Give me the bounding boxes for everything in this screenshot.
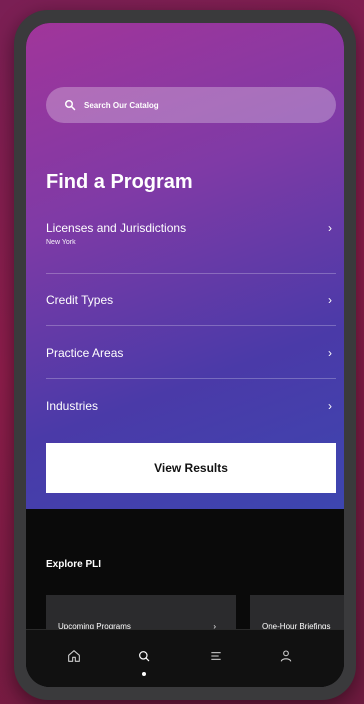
chevron-right-icon: › xyxy=(328,293,332,307)
tab-profile[interactable] xyxy=(274,644,298,668)
filter-label: Practice Areas xyxy=(46,346,124,360)
explore-title: Explore PLI xyxy=(46,559,102,570)
filter-label: Credit Types xyxy=(46,293,114,307)
search-placeholder: Search Our Catalog xyxy=(84,100,159,110)
profile-icon xyxy=(280,650,292,662)
screen: Search Our Catalog Find a Program Licens… xyxy=(26,23,344,687)
chevron-right-icon: › xyxy=(328,346,332,360)
search-icon xyxy=(65,100,76,111)
phone-frame: Search Our Catalog Find a Program Licens… xyxy=(14,10,356,700)
active-tab-indicator xyxy=(142,672,146,676)
filter-label: Industries xyxy=(46,399,99,413)
filter-credit-types[interactable]: Credit Types › xyxy=(46,293,336,307)
menu-icon xyxy=(211,652,221,660)
divider xyxy=(46,273,336,274)
tab-search[interactable] xyxy=(132,644,156,668)
search-icon xyxy=(139,651,150,662)
chevron-right-icon: › xyxy=(328,221,332,235)
divider xyxy=(46,378,336,379)
search-bar[interactable]: Search Our Catalog xyxy=(46,87,336,123)
tab-menu[interactable] xyxy=(204,644,228,668)
filter-selected-value: New York xyxy=(46,239,76,246)
tab-home[interactable] xyxy=(62,644,86,668)
chevron-right-icon: › xyxy=(328,399,332,413)
view-results-button[interactable]: View Results xyxy=(46,443,336,493)
filter-practice-areas[interactable]: Practice Areas › xyxy=(46,346,336,360)
home-icon xyxy=(68,650,80,662)
filter-label: Licenses and Jurisdictions xyxy=(46,221,187,235)
find-program-panel: Search Our Catalog Find a Program Licens… xyxy=(26,23,344,509)
tab-bar xyxy=(26,629,344,687)
filter-industries[interactable]: Industries › xyxy=(46,399,336,413)
filter-licenses-jurisdictions[interactable]: Licenses and Jurisdictions New York › xyxy=(46,221,336,246)
divider xyxy=(46,325,336,326)
page-title: Find a Program xyxy=(46,171,193,193)
